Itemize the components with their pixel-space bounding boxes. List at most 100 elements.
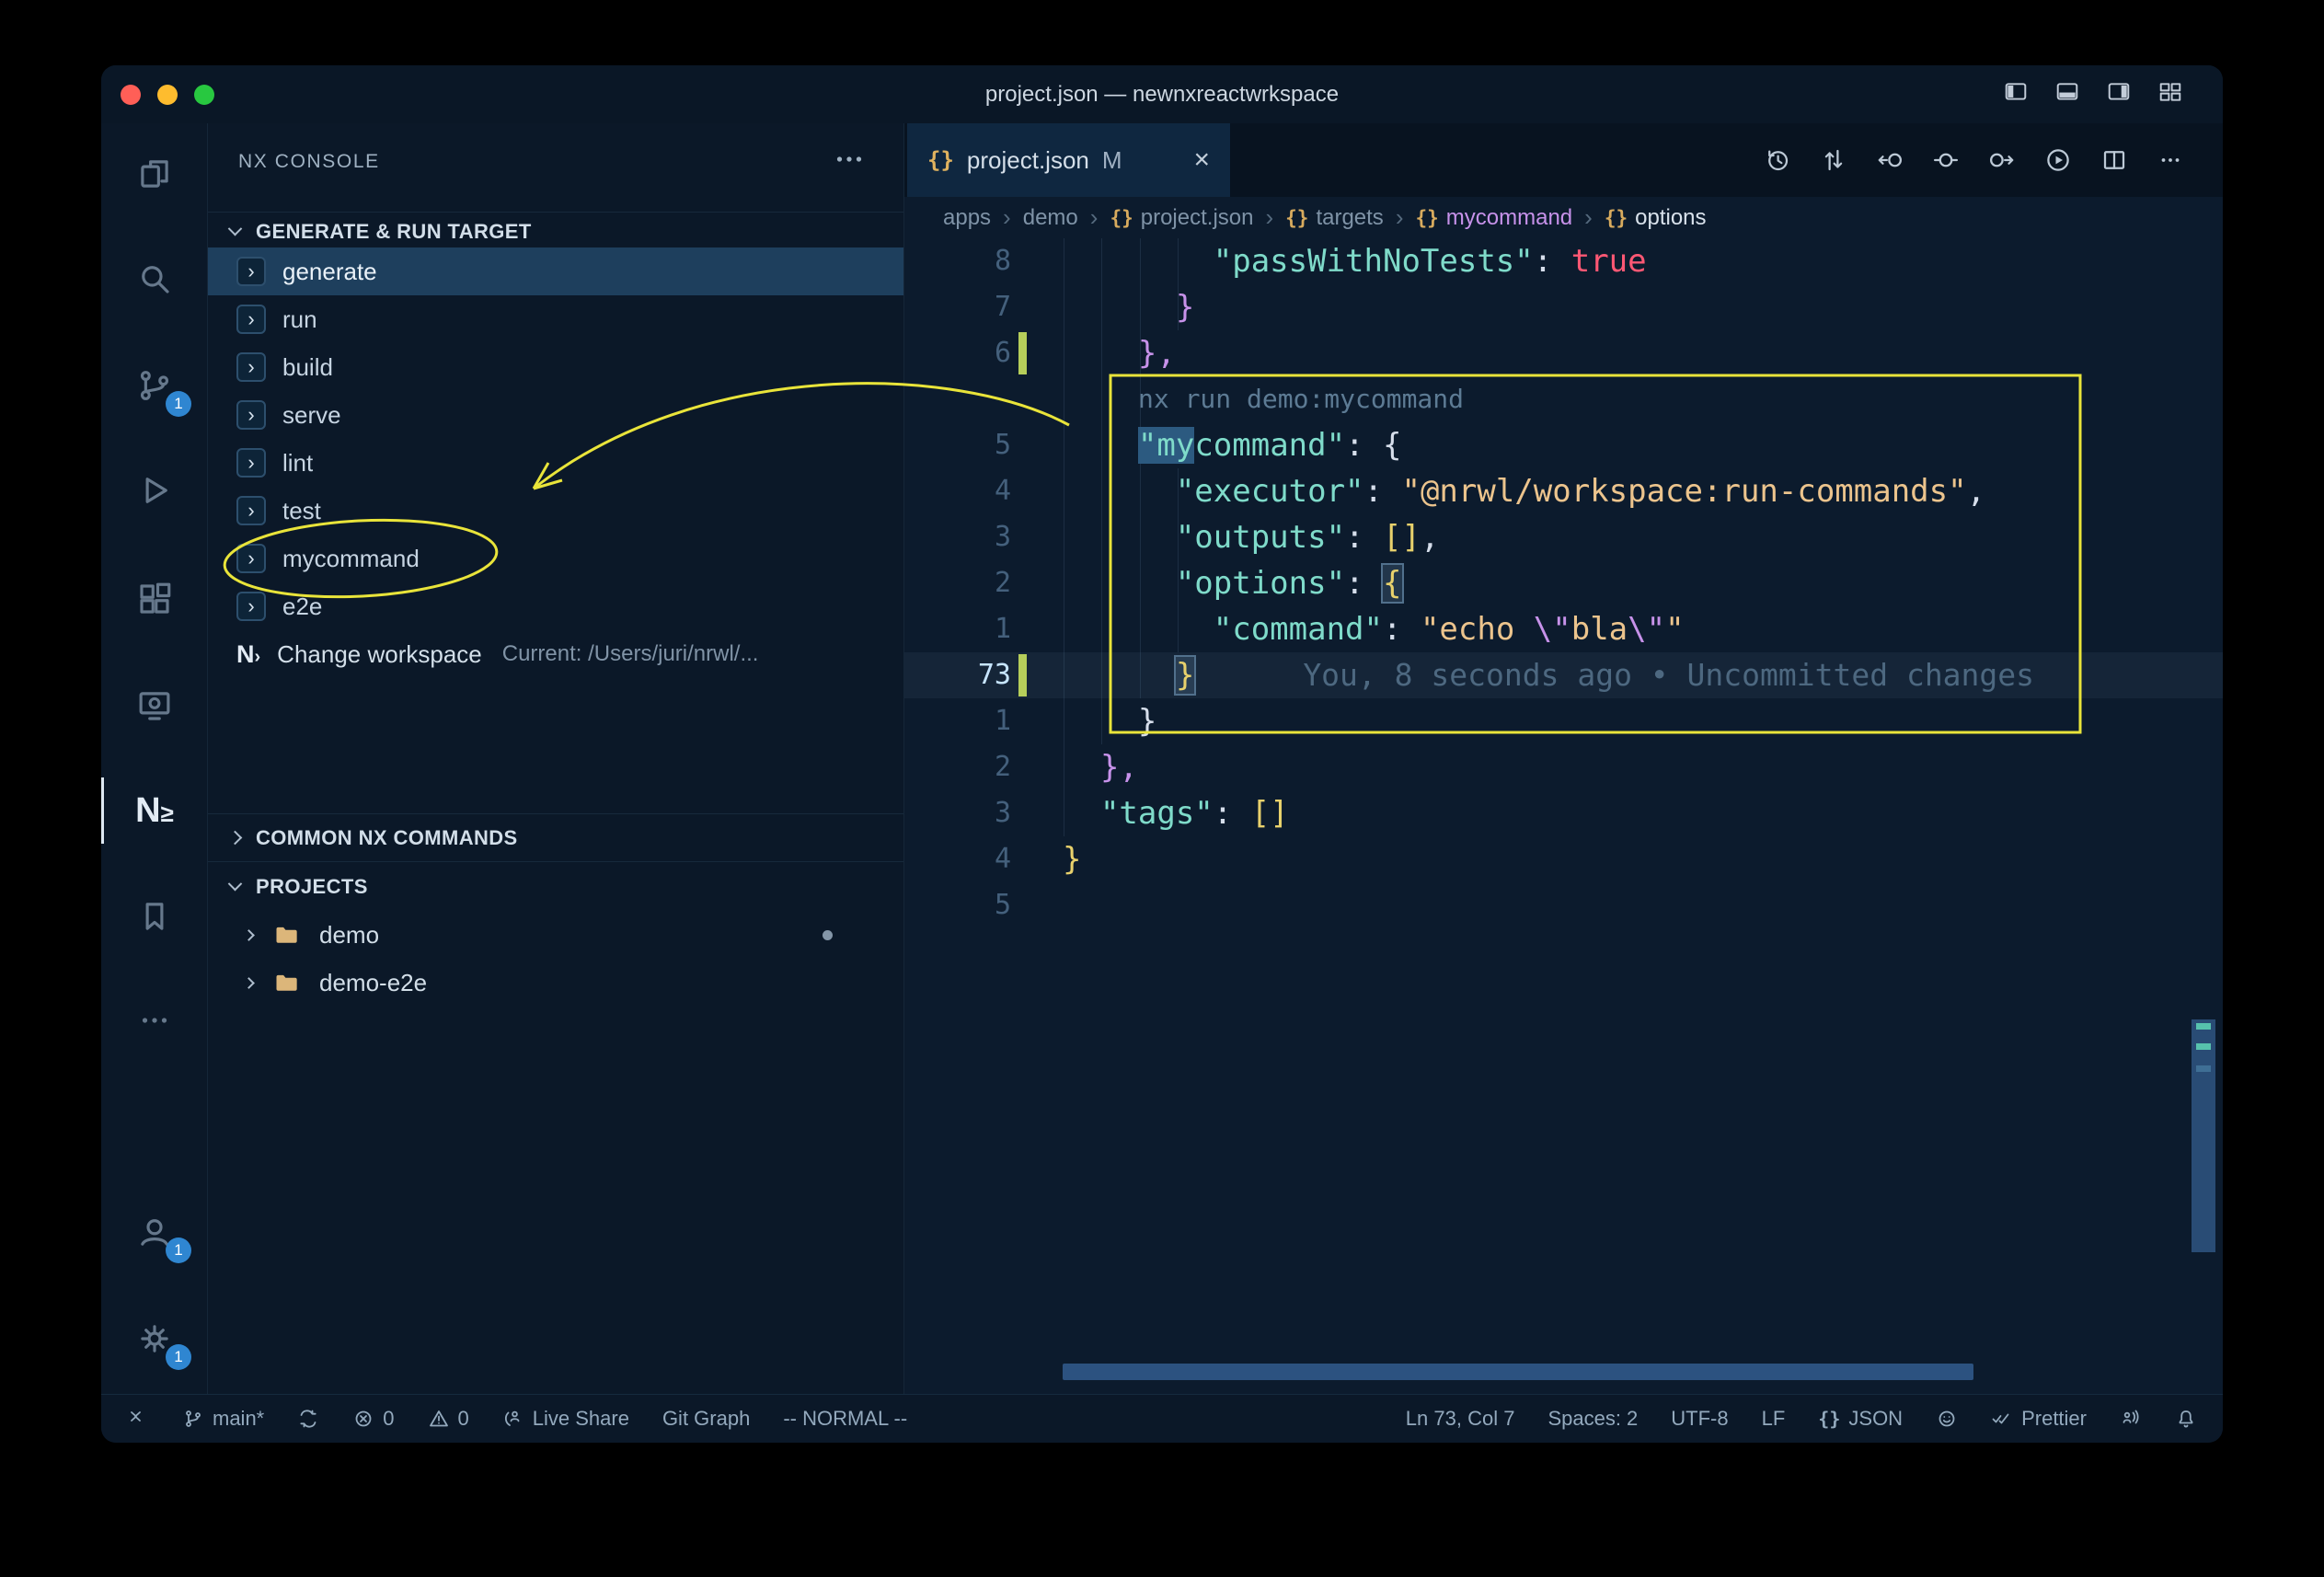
target-serve[interactable]: ›serve [208,391,903,439]
code-token: : [1383,611,1421,648]
code-text: }, [1063,744,1138,790]
code-token: : [1345,519,1383,556]
target-run[interactable]: ›run [208,295,903,343]
compare-button[interactable] [1820,146,1847,174]
code-text: "passWithNoTests": true [1063,238,1647,284]
code-token [1063,473,1176,510]
run-debug-icon [135,471,174,510]
prev-change-button[interactable] [1876,146,1904,174]
activity-accounts[interactable]: 1 [101,1186,208,1278]
project-demo[interactable]: demo [208,911,903,959]
status-git-graph[interactable]: Git Graph [662,1407,750,1431]
status-prettier[interactable]: Prettier [1991,1407,2087,1431]
activity-nx-console[interactable]: N≥ [101,765,208,857]
breadcrumb-project.json[interactable]: {}project.json [1110,205,1253,231]
code-token [1063,749,1100,786]
activity-remote-explorer[interactable] [101,660,208,752]
section-generate-run-target[interactable]: GENERATE & RUN TARGET [208,212,903,250]
layout-sidebar-right-button[interactable] [2105,80,2133,109]
status-cursor-position[interactable]: Ln 73, Col 7 [1406,1407,1515,1431]
status-remote-indicator[interactable] [127,1408,149,1430]
target-mycommand[interactable]: ›mycommand [208,535,903,582]
tab-project-json[interactable]: {} project.json M × [907,123,1230,197]
section-title: PROJECTS [256,875,368,899]
status-live-share[interactable]: Live Share [502,1407,629,1431]
status-language-mode[interactable]: {}JSON [1818,1407,1903,1431]
run-target-icon: › [236,592,266,621]
code-token: "my [1138,427,1194,464]
activity-search[interactable] [101,233,208,325]
activity-explorer[interactable] [101,128,208,220]
activity-extensions[interactable] [101,553,208,645]
open-changes-button[interactable] [1932,146,1960,174]
activity-run-and-debug[interactable] [101,444,208,536]
line-number: 2 [904,744,1011,790]
code-line: 2 }, [904,744,2223,790]
breadcrumb-options[interactable]: {}options [1605,205,1707,231]
code-token: " [1665,611,1684,648]
code-token: command" [1194,427,1345,464]
code-token: "options" [1176,565,1345,602]
status-encoding[interactable]: UTF-8 [1671,1407,1728,1431]
layout-sidebar-button[interactable] [2002,80,2030,109]
line-number: 4 [904,836,1011,882]
status-errors[interactable]: 0 [352,1407,394,1431]
code-token [1063,335,1138,372]
target-e2e[interactable]: ›e2e [208,582,903,630]
code-text: }You, 8 seconds ago • Uncommitted change… [1063,652,2034,698]
line-number: 7 [904,284,1011,330]
layout-grid-button[interactable] [2157,80,2184,109]
activity-more-views[interactable] [101,974,208,1066]
change-workspace-item[interactable]: N› Change workspace Current: /Users/juri… [208,630,903,678]
status-eol[interactable]: LF [1762,1407,1786,1431]
activity-bookmarks[interactable] [101,870,208,962]
more-button[interactable] [2157,146,2184,174]
code-token [1063,703,1138,740]
breadcrumb-apps[interactable]: apps [943,205,991,231]
breadcrumb-targets[interactable]: {}targets [1285,205,1384,231]
code-token: , [1967,473,1985,510]
section-common-nx-commands[interactable]: COMMON NX COMMANDS [208,813,903,862]
code-area[interactable]: 8 "passWithNoTests": true7 }6 },nx run d… [904,238,2223,1394]
target-build[interactable]: ›build [208,343,903,391]
status-indentation[interactable]: Spaces: 2 [1547,1407,1638,1431]
extensions-icon [135,580,174,618]
status-vim-mode[interactable]: -- NORMAL -- [783,1407,907,1431]
broadcast-icon [2120,1408,2142,1430]
next-change-button[interactable] [1988,146,2016,174]
breadcrumb-demo[interactable]: demo [1023,205,1078,231]
code-token: } [1176,289,1194,326]
close-tab-button[interactable]: × [1193,144,1210,176]
target-test[interactable]: ›test [208,487,903,535]
timeline-icon [1764,146,1791,174]
target-lint[interactable]: ›lint [208,439,903,487]
horizontal-scrollbar[interactable] [1063,1364,1973,1380]
status-feedback[interactable] [1936,1408,1958,1430]
run-button[interactable] [2044,146,2072,174]
bookmarks-icon [135,897,174,936]
status-live-share-session[interactable] [2120,1408,2142,1430]
code-text: } [1063,836,1081,882]
target-generate[interactable]: ›generate [208,247,903,295]
vertical-scrollbar[interactable] [2192,1019,2215,1252]
code-token: "echo [1421,611,1534,648]
timeline-button[interactable] [1764,146,1791,174]
status-sync[interactable] [297,1408,319,1430]
code-token [1063,795,1100,832]
status-notifications[interactable] [2175,1408,2197,1430]
activity-source-control[interactable]: 1 [101,340,208,432]
status-git-branch[interactable]: main* [182,1407,264,1431]
code-line: 3 "tags": [] [904,790,2223,836]
breadcrumb-mycommand[interactable]: {}mycommand [1415,205,1572,231]
panel-more-actions-button[interactable] [830,140,861,171]
status-warnings[interactable]: 0 [428,1407,469,1431]
codelens-link[interactable]: nx run demo:mycommand [1138,376,1464,422]
run-target-icon: › [236,448,266,478]
project-demo-e2e[interactable]: demo-e2e [208,959,903,1007]
layout-panel-button[interactable] [2054,80,2081,109]
target-label: serve [282,401,341,430]
section-projects[interactable]: PROJECTS [208,862,903,911]
activity-settings[interactable]: 1 [101,1293,208,1385]
split-editor-button[interactable] [2100,146,2128,174]
code-text: "command": "echo \"bla\"" [1063,606,1685,652]
